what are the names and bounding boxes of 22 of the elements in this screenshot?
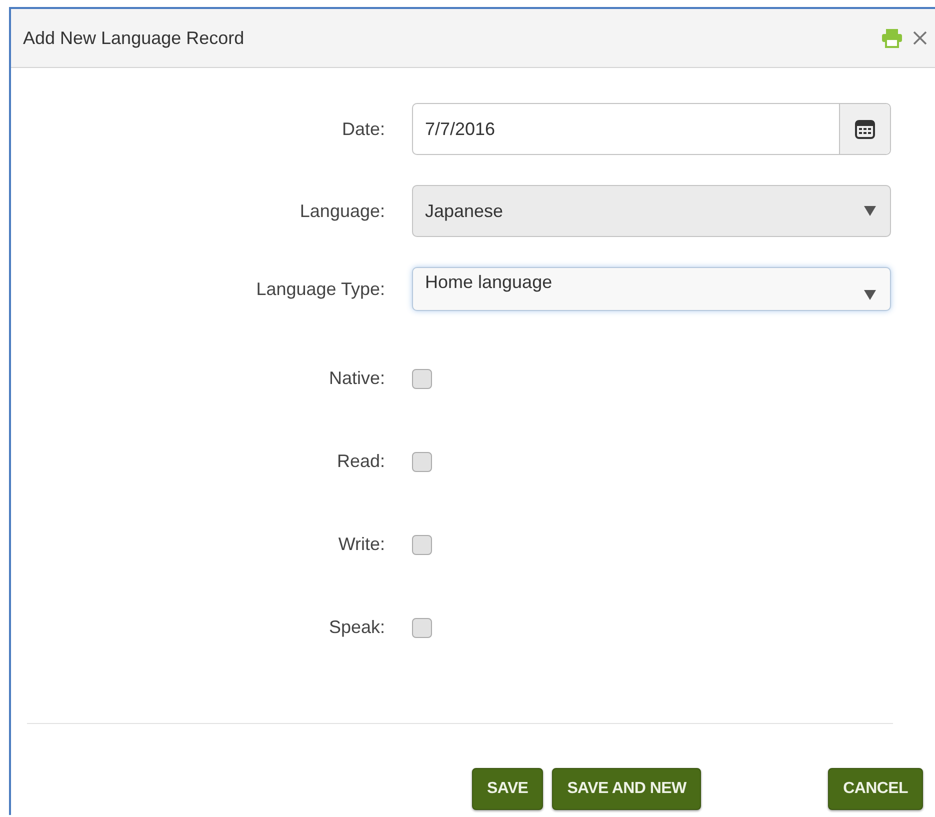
field-label: Speak: (328, 617, 385, 638)
save-and-new-button[interactable]: SAVE AND NEW (552, 768, 702, 810)
checkbox[interactable] (412, 368, 432, 388)
field-label: Read: (336, 451, 385, 472)
field-label: Write: (337, 534, 385, 555)
dropdown-arrow-icon (864, 206, 876, 216)
field-label: Language: (298, 200, 385, 222)
field-label: Language Type: (255, 278, 385, 300)
save-button[interactable]: SAVE (472, 768, 544, 810)
date-field[interactable]: 7/7/2016 (412, 103, 891, 155)
cancel-button[interactable]: CANCEL (828, 768, 923, 810)
dropdown-field[interactable]: Home language (412, 267, 891, 311)
checkbox[interactable] (412, 452, 432, 472)
field-label: Date: (340, 118, 385, 140)
dropdown-arrow-icon (864, 290, 876, 300)
checkbox[interactable] (412, 534, 432, 554)
window-title: Add New Language Record (23, 28, 246, 48)
close-icon[interactable] (913, 31, 927, 45)
printer-icon[interactable] (881, 28, 903, 48)
checkbox[interactable] (412, 618, 432, 638)
calendar-icon[interactable] (854, 118, 876, 140)
field-label: Native: (328, 368, 385, 389)
